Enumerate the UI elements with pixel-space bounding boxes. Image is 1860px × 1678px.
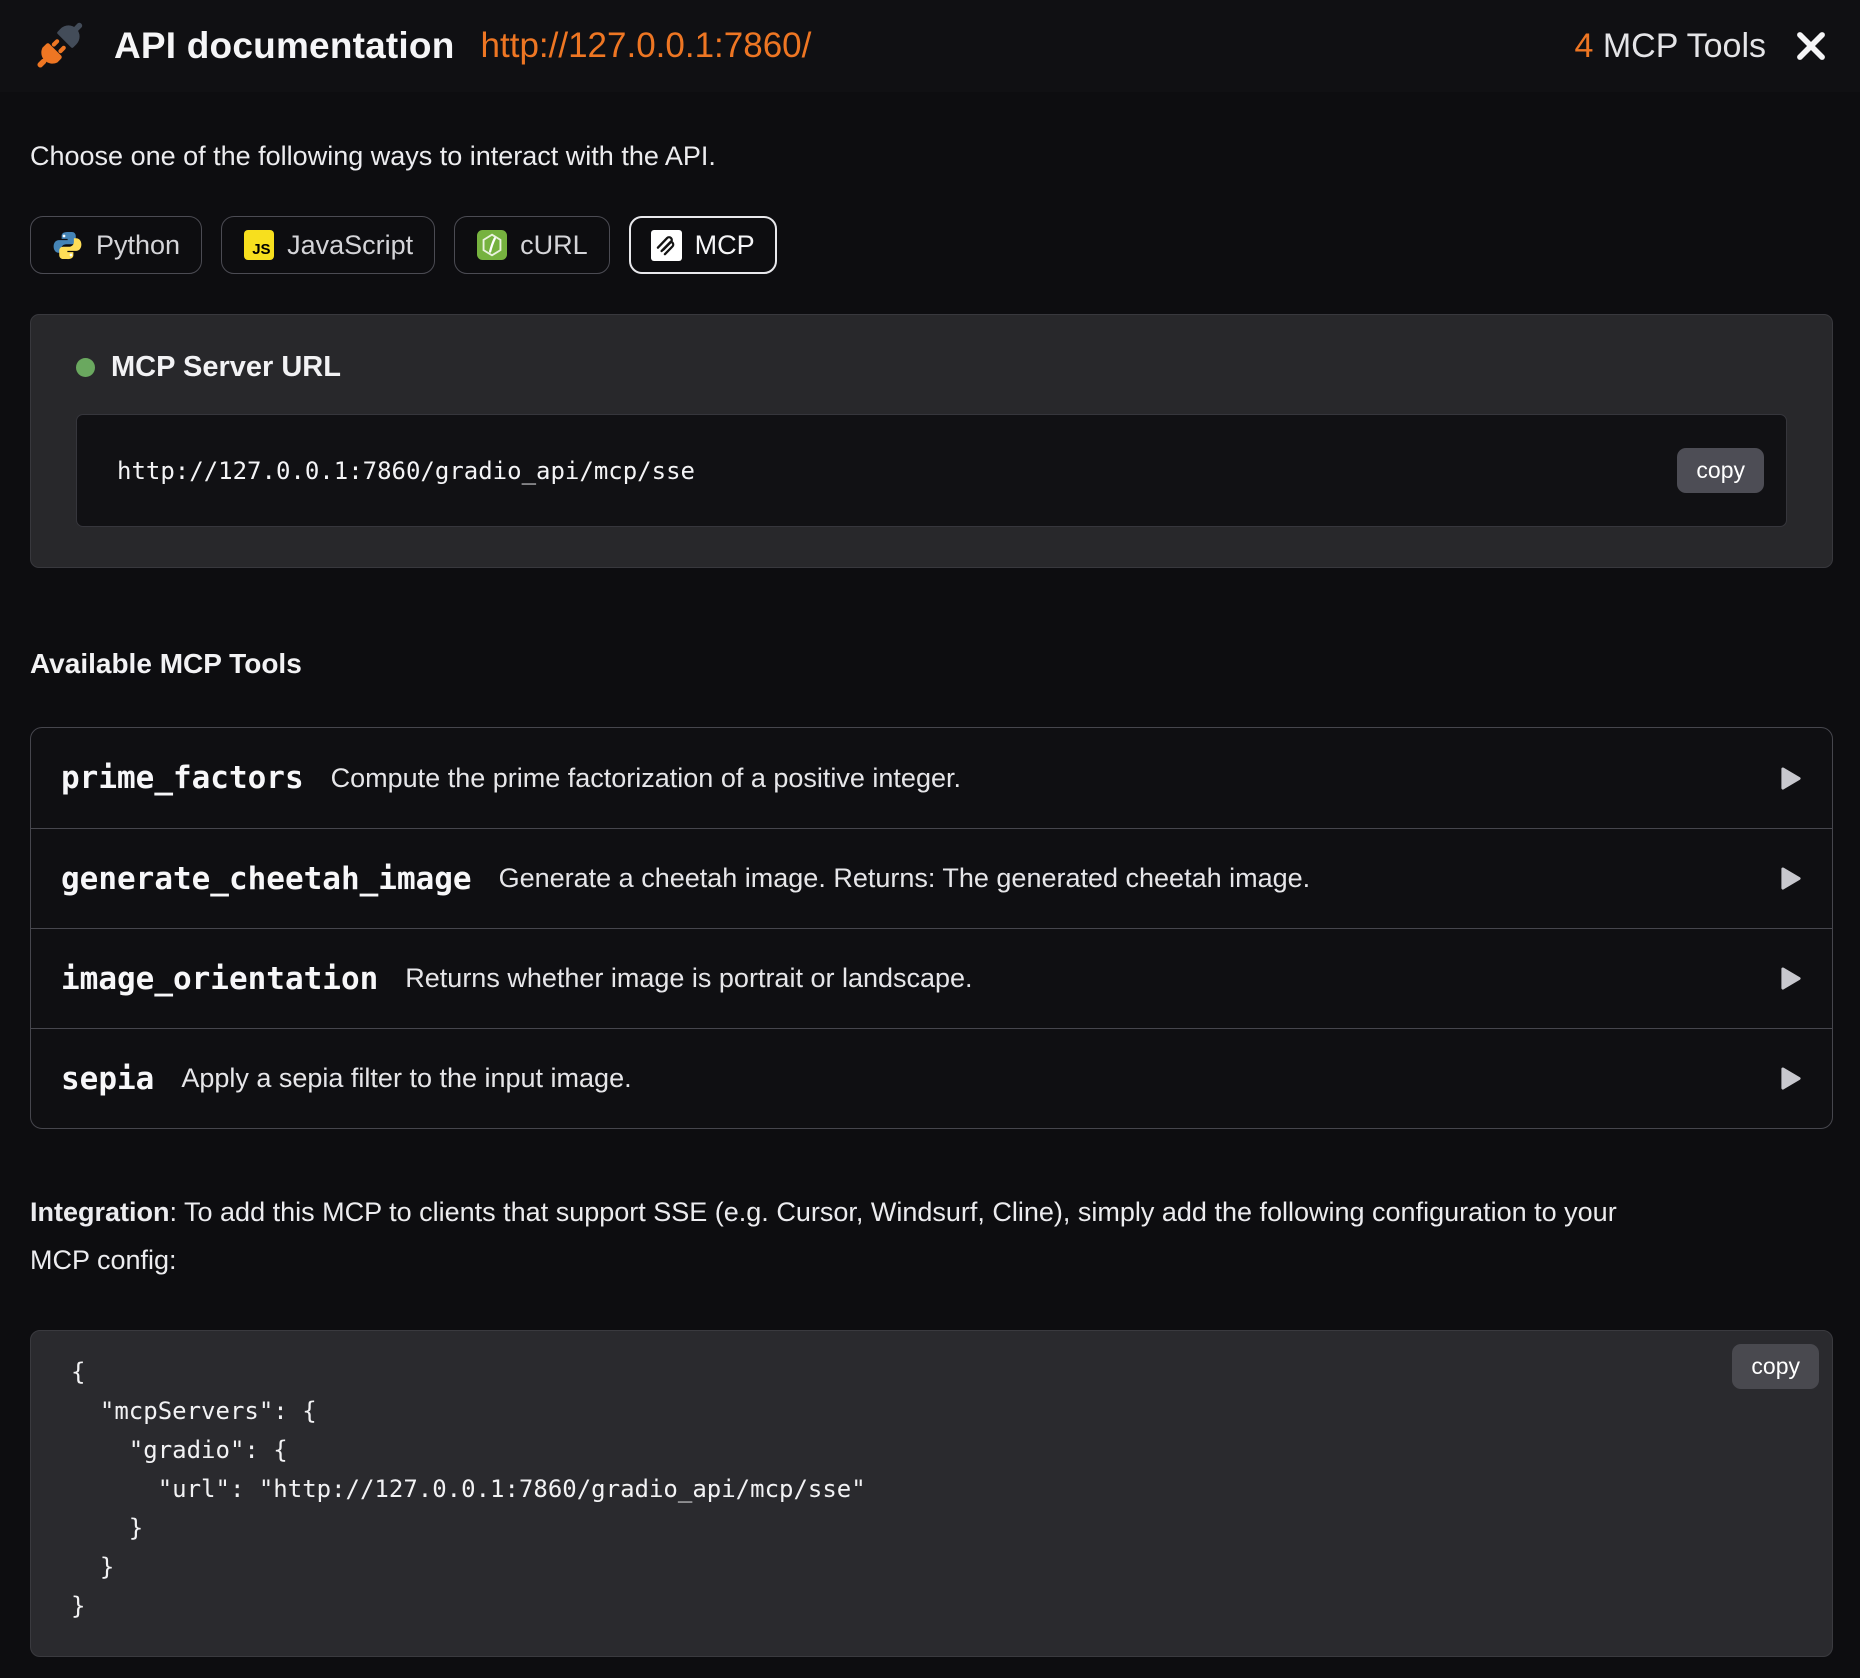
api-plug-icon — [30, 18, 88, 74]
mcp-config-json: { "mcpServers": { "gradio": { "url": "ht… — [71, 1353, 1792, 1626]
tool-description: Compute the prime factorization of a pos… — [331, 763, 961, 794]
server-status-dot — [76, 358, 95, 377]
tool-description: Generate a cheetah image. Returns: The g… — [499, 863, 1311, 894]
play-icon — [1779, 966, 1802, 991]
close-icon[interactable] — [1794, 29, 1828, 63]
intro-text: Choose one of the following ways to inte… — [30, 141, 1833, 172]
tool-row-image-orientation[interactable]: image_orientation Returns whether image … — [31, 928, 1832, 1028]
mcp-tools-count-label: MCP Tools — [1593, 27, 1766, 65]
mcp-tools-table: prime_factors Compute the prime factoriz… — [30, 727, 1833, 1129]
run-tool-button[interactable] — [1773, 760, 1808, 797]
tab-mcp-label: MCP — [695, 230, 755, 261]
api-docs-page: Choose one of the following ways to inte… — [0, 141, 1860, 1657]
copy-url-button[interactable]: copy — [1677, 448, 1764, 493]
tab-javascript-label: JavaScript — [287, 230, 413, 261]
copy-config-button[interactable]: copy — [1732, 1344, 1819, 1389]
python-icon — [52, 230, 83, 261]
mcp-icon — [651, 230, 682, 261]
header: API documentation http://127.0.0.1:7860/… — [0, 0, 1860, 92]
integration-text-line1: : To add this MCP to clients that suppor… — [170, 1197, 1617, 1227]
run-tool-button[interactable] — [1773, 860, 1808, 897]
javascript-icon: JS — [243, 230, 274, 261]
tab-curl[interactable]: cURL — [454, 216, 610, 274]
tool-description: Returns whether image is portrait or lan… — [405, 963, 972, 994]
integration-label: Integration — [30, 1197, 170, 1227]
tab-javascript[interactable]: JS JavaScript — [221, 216, 435, 274]
tool-row-sepia[interactable]: sepia Apply a sepia filter to the input … — [31, 1028, 1832, 1128]
available-tools-heading: Available MCP Tools — [30, 648, 1833, 680]
integration-note: Integration: To add this MCP to clients … — [30, 1188, 1833, 1284]
mcp-server-url-panel: MCP Server URL http://127.0.0.1:7860/gra… — [30, 314, 1833, 568]
tab-python-label: Python — [96, 230, 180, 261]
run-tool-button[interactable] — [1773, 1060, 1808, 1097]
play-icon — [1779, 766, 1802, 791]
page-title: API documentation — [114, 25, 455, 67]
mcp-tools-count: 4 MCP Tools — [1574, 27, 1766, 66]
tool-row-generate-cheetah-image[interactable]: generate_cheetah_image Generate a cheeta… — [31, 828, 1832, 928]
server-url-value: http://127.0.0.1:7860/gradio_api/mcp/sse — [117, 457, 695, 485]
run-tool-button[interactable] — [1773, 960, 1808, 997]
tab-mcp[interactable]: MCP — [629, 216, 777, 274]
curl-icon — [476, 230, 507, 261]
tab-curl-label: cURL — [520, 230, 588, 261]
mcp-tools-count-number: 4 — [1574, 27, 1593, 65]
tool-name: generate_cheetah_image — [61, 861, 472, 897]
server-url-box: http://127.0.0.1:7860/gradio_api/mcp/sse… — [76, 414, 1787, 527]
server-panel-title: MCP Server URL — [111, 351, 341, 384]
tool-description: Apply a sepia filter to the input image. — [181, 1063, 631, 1094]
play-icon — [1779, 1066, 1802, 1091]
language-tabs: Python JS JavaScript cURL — [30, 216, 1833, 274]
tool-name: sepia — [61, 1061, 154, 1097]
tab-python[interactable]: Python — [30, 216, 202, 274]
tool-row-prime-factors[interactable]: prime_factors Compute the prime factoriz… — [31, 728, 1832, 828]
tool-name: prime_factors — [61, 760, 304, 796]
mcp-config-code-block: copy { "mcpServers": { "gradio": { "url"… — [30, 1330, 1833, 1657]
tool-name: image_orientation — [61, 961, 378, 997]
play-icon — [1779, 866, 1802, 891]
integration-text-line2: MCP config: — [30, 1245, 177, 1275]
app-url-link[interactable]: http://127.0.0.1:7860/ — [481, 26, 812, 66]
